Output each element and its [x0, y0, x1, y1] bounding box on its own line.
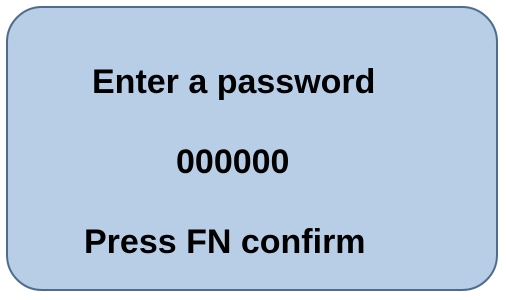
device-display-screen: Enter a password 000000 Press FN confirm	[6, 6, 498, 291]
confirm-hint: Press FN confirm	[84, 223, 366, 261]
password-value: 000000	[176, 143, 290, 181]
password-prompt: Enter a password	[92, 63, 376, 101]
